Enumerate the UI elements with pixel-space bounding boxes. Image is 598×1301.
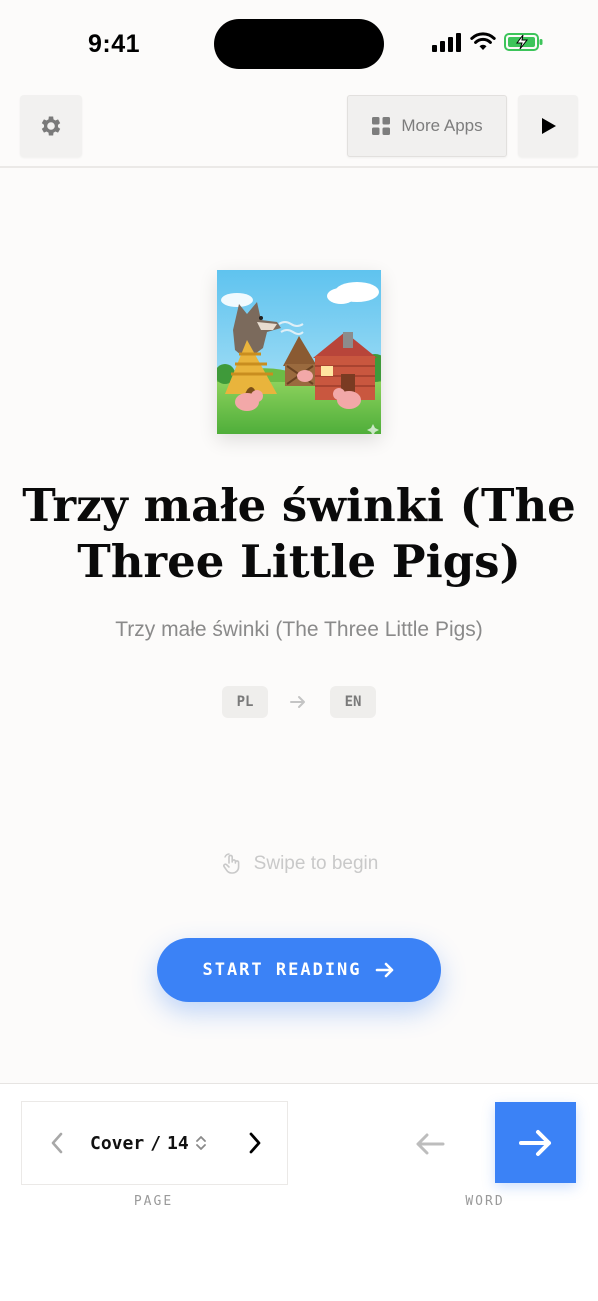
more-apps-label: More Apps — [401, 116, 483, 135]
hand-swipe-icon — [222, 853, 240, 874]
language-pair: PL EN — [0, 686, 598, 720]
more-apps-button[interactable]: More Apps — [347, 95, 507, 157]
swipe-hint: Swipe to begin — [0, 852, 598, 876]
top-toolbar: More Apps — [0, 90, 598, 168]
chevron-right-icon — [249, 1132, 261, 1154]
source-language-badge: PL — [222, 686, 268, 718]
dynamic-island — [214, 19, 384, 69]
chevron-left-icon — [51, 1132, 63, 1154]
play-icon — [542, 118, 556, 134]
bottom-navigation-bar: Cover / 14 PAGE WORD — [0, 1083, 598, 1301]
word-caption: WORD — [465, 1194, 505, 1209]
status-icons — [432, 32, 544, 52]
page-navigator: Cover / 14 — [21, 1101, 288, 1185]
book-cover-image — [217, 270, 381, 434]
page-caption: PAGE — [133, 1194, 174, 1209]
swipe-hint-label: Swipe to begin — [253, 853, 379, 874]
previous-page-button[interactable] — [42, 1126, 72, 1160]
arrow-left-icon — [416, 1133, 445, 1155]
arrow-right-icon — [375, 962, 393, 978]
current-page: Cover — [90, 1132, 145, 1154]
grid-icon — [372, 117, 391, 135]
start-reading-button[interactable]: START READING — [157, 938, 441, 1002]
battery-charging-icon — [504, 33, 543, 51]
next-word-button[interactable] — [495, 1102, 576, 1183]
next-page-button[interactable] — [240, 1126, 270, 1160]
total-pages: 14 — [167, 1132, 189, 1154]
play-button[interactable] — [518, 95, 578, 157]
page-separator: / — [150, 1132, 162, 1154]
gear-icon — [41, 116, 61, 136]
previous-word-button[interactable] — [408, 1124, 452, 1164]
cellular-signal-icon — [432, 33, 461, 52]
page-selector[interactable]: Cover / 14 — [90, 1128, 207, 1158]
target-language-badge: EN — [330, 686, 376, 718]
status-bar: 9:41 — [0, 0, 598, 90]
arrow-right-icon — [518, 1129, 551, 1156]
chevron-up-down-icon — [195, 1136, 206, 1150]
settings-button[interactable] — [20, 95, 82, 157]
book-title: Trzy małe świnki (The Three Little Pigs) — [22, 479, 576, 588]
start-reading-label: START READING — [202, 960, 362, 980]
wifi-icon — [470, 32, 496, 50]
book-subtitle: Trzy małe świnki (The Three Little Pigs) — [115, 618, 483, 641]
status-time: 9:41 — [88, 30, 141, 58]
arrow-right-icon — [290, 696, 305, 708]
